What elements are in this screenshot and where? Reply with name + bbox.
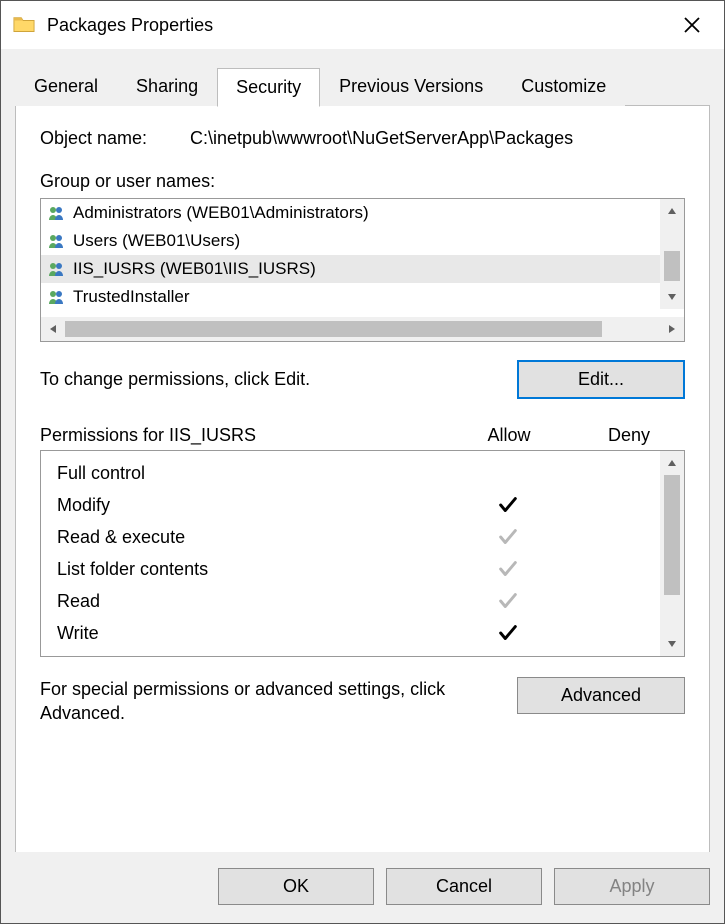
scroll-up-icon[interactable] [660, 199, 684, 223]
window-title: Packages Properties [47, 15, 672, 36]
permission-name: Modify [57, 495, 444, 516]
group-icon [47, 233, 67, 249]
tab-general[interactable]: General [15, 67, 117, 106]
scroll-down-icon[interactable] [660, 632, 684, 656]
advanced-button[interactable]: Advanced [517, 677, 685, 714]
list-item-label: Administrators (WEB01\Administrators) [73, 203, 369, 223]
object-name-label: Object name: [40, 128, 190, 149]
permissions-for-label: Permissions for IIS_IUSRS [40, 425, 445, 446]
list-item[interactable]: TrustedInstaller [41, 283, 660, 311]
permission-allow-check-icon [444, 494, 572, 516]
properties-dialog: Packages Properties General Sharing Secu… [0, 0, 725, 924]
group-icon [47, 261, 67, 277]
scroll-thumb[interactable] [664, 475, 680, 595]
tab-security[interactable]: Security [217, 68, 320, 107]
scroll-thumb[interactable] [664, 251, 680, 281]
list-item[interactable]: Administrators (WEB01\Administrators) [41, 199, 660, 227]
dialog-body: General Sharing Security Previous Versio… [1, 49, 724, 923]
groups-listbox[interactable]: Administrators (WEB01\Administrators) Us… [40, 198, 685, 342]
permissions-listbox: Full control Modify Read & execute List fol… [40, 450, 685, 657]
tab-sharing[interactable]: Sharing [117, 67, 217, 106]
apply-button[interactable]: Apply [554, 868, 710, 905]
permissions-header: Permissions for IIS_IUSRS Allow Deny [40, 425, 685, 446]
permission-row: Read [57, 585, 660, 617]
scroll-up-icon[interactable] [660, 451, 684, 475]
permission-name: Write [57, 623, 444, 644]
close-button[interactable] [672, 5, 712, 45]
advanced-row: For special permissions or advanced sett… [40, 677, 685, 726]
permission-allow-check-icon [444, 558, 572, 580]
deny-column-header: Deny [573, 425, 685, 446]
permission-row: Full control [57, 457, 660, 489]
permission-row: Write [57, 617, 660, 649]
permission-allow-check-icon [444, 590, 572, 612]
permissions-vertical-scrollbar[interactable] [660, 451, 684, 656]
list-item[interactable]: Users (WEB01\Users) [41, 227, 660, 255]
edit-row: To change permissions, click Edit. Edit.… [40, 360, 685, 399]
dialog-buttons: OK Cancel Apply [1, 852, 724, 923]
groups-vertical-scrollbar[interactable] [660, 199, 684, 309]
advanced-hint: For special permissions or advanced sett… [40, 677, 460, 726]
permission-allow-check-icon [444, 622, 572, 644]
edit-button[interactable]: Edit... [517, 360, 685, 399]
scroll-right-icon[interactable] [660, 317, 684, 341]
security-panel: Object name: C:\inetpub\wwwroot\NuGetSer… [15, 105, 710, 863]
folder-icon [13, 15, 35, 35]
scroll-down-icon[interactable] [660, 285, 684, 309]
scroll-left-icon[interactable] [41, 317, 65, 341]
permission-name: List folder contents [57, 559, 444, 580]
permission-row: List folder contents [57, 553, 660, 585]
edit-hint: To change permissions, click Edit. [40, 369, 310, 390]
group-icon [47, 205, 67, 221]
permission-row: Read & execute [57, 521, 660, 553]
list-item-label: TrustedInstaller [73, 287, 190, 307]
list-item-label: IIS_IUSRS (WEB01\IIS_IUSRS) [73, 259, 316, 279]
permission-name: Read & execute [57, 527, 444, 548]
allow-column-header: Allow [445, 425, 573, 446]
scroll-thumb[interactable] [65, 321, 602, 337]
ok-button[interactable]: OK [218, 868, 374, 905]
permission-name: Full control [57, 463, 444, 484]
object-name-row: Object name: C:\inetpub\wwwroot\NuGetSer… [40, 128, 685, 149]
titlebar: Packages Properties [1, 1, 724, 49]
permission-allow-check-icon [444, 526, 572, 548]
list-item-label: Users (WEB01\Users) [73, 231, 240, 251]
cancel-button[interactable]: Cancel [386, 868, 542, 905]
permission-row: Modify [57, 489, 660, 521]
tab-previous-versions[interactable]: Previous Versions [320, 67, 502, 106]
group-icon [47, 289, 67, 305]
permission-name: Read [57, 591, 444, 612]
object-name-value: C:\inetpub\wwwroot\NuGetServerApp\Packag… [190, 128, 573, 149]
list-item[interactable]: IIS_IUSRS (WEB01\IIS_IUSRS) [41, 255, 660, 283]
groups-horizontal-scrollbar[interactable] [41, 317, 684, 341]
tab-strip: General Sharing Security Previous Versio… [15, 67, 710, 106]
groups-label: Group or user names: [40, 171, 685, 192]
tab-customize[interactable]: Customize [502, 67, 625, 106]
